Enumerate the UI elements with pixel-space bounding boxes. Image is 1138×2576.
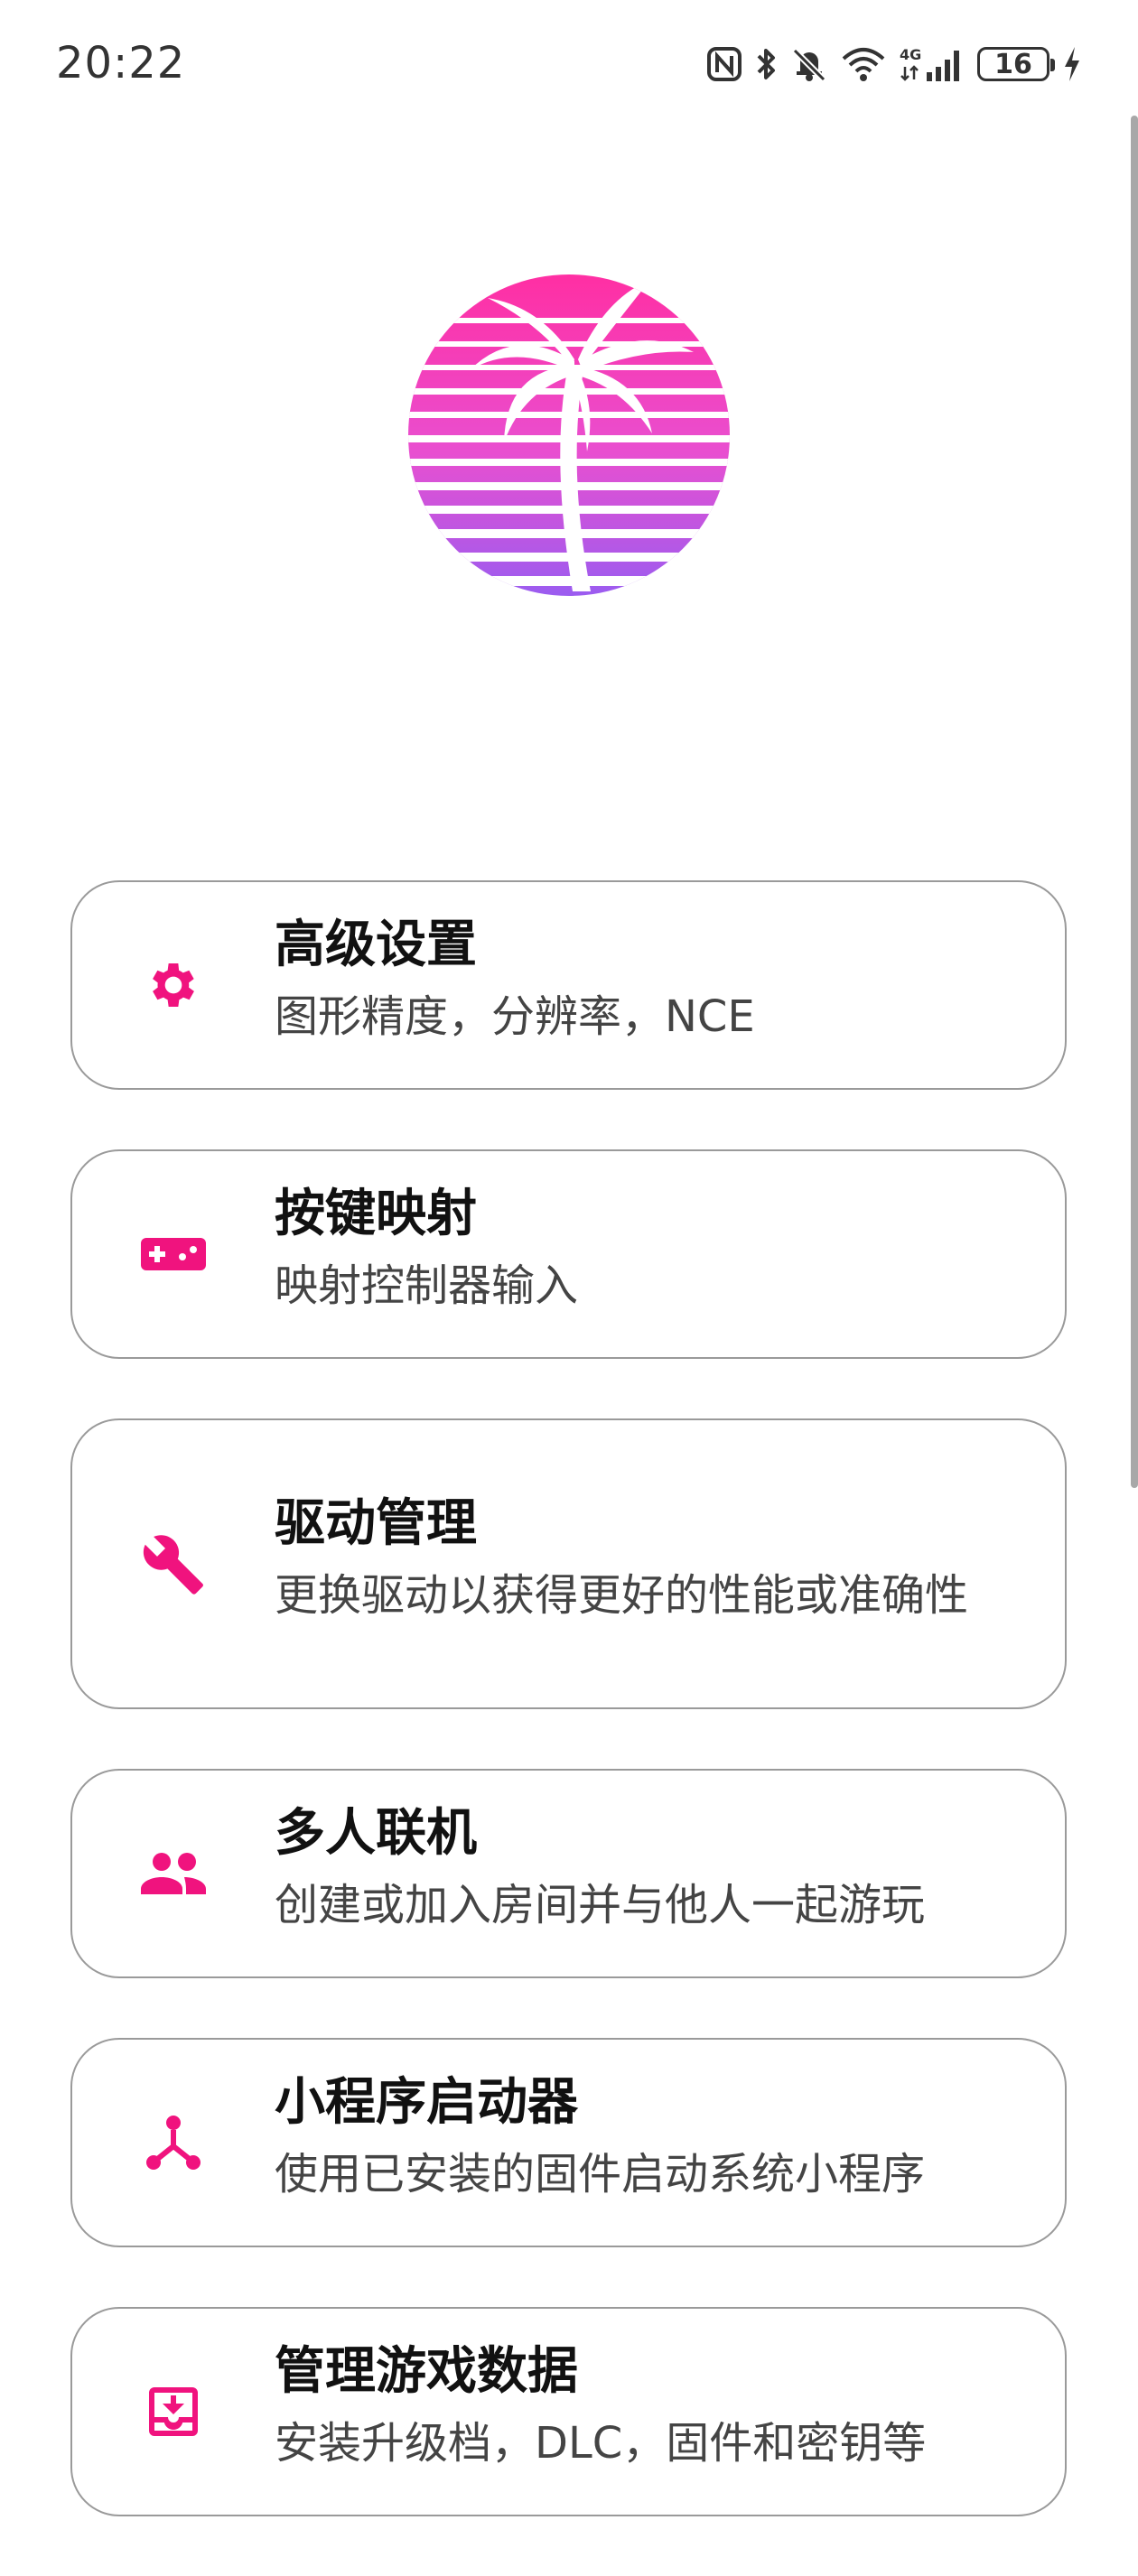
download-box-icon [72,2379,275,2444]
menu-item-description: 使用已安装的固件启动系统小程序 [275,2149,926,2199]
menu-item-manage-game-data[interactable]: 管理游戏数据 安装升级档，DLC，固件和密钥等 [70,2307,1067,2516]
app-logo [406,271,732,600]
scrollbar[interactable] [1131,116,1138,1488]
menu-list: 高级设置 图形精度，分辨率，NCE 按键映射 映射控制器输入 驱动管理 更换驱动… [70,880,1067,2576]
gamepad-icon [72,1236,275,1272]
menu-item-input-mapping[interactable]: 按键映射 映射控制器输入 [70,1149,1067,1359]
menu-item-title: 小程序启动器 [275,2073,578,2132]
status-bar: 20:22 4G 16 [0,0,1138,126]
network-label: 4G [900,46,921,63]
menu-item-title: 高级设置 [275,916,477,974]
status-icons: 4G 16 [706,42,1082,87]
charging-icon [1062,45,1082,83]
menu-item-description: 安装升级档，DLC，固件和密钥等 [275,2418,927,2469]
menu-item-title: 按键映射 [275,1185,477,1243]
status-time: 20:22 [56,38,186,88]
menu-item-description: 创建或加入房间并与他人一起游玩 [275,1880,926,1930]
bluetooth-icon [755,45,779,83]
menu-item-title: 驱动管理 [275,1494,477,1553]
wrench-icon [72,1531,275,1596]
nfc-icon [706,46,742,82]
signal-4g-icon: 4G [900,45,965,83]
battery-indicator: 16 [977,47,1055,81]
people-icon [72,1851,275,1896]
menu-item-title: 多人联机 [275,1804,477,1863]
menu-item-advanced-settings[interactable]: 高级设置 图形精度，分辨率，NCE [70,880,1067,1090]
menu-item-multiplayer[interactable]: 多人联机 创建或加入房间并与他人一起游玩 [70,1769,1067,1978]
battery-level: 16 [994,48,1032,80]
applet-icon [72,2114,275,2171]
menu-item-description: 图形精度，分辨率，NCE [275,991,755,1042]
wifi-icon [840,46,887,82]
mute-icon [791,45,827,83]
menu-item-title: 管理游戏数据 [275,2342,578,2401]
menu-item-description: 映射控制器输入 [275,1260,579,1311]
gear-icon [72,956,275,1014]
menu-item-applet-launcher[interactable]: 小程序启动器 使用已安装的固件启动系统小程序 [70,2038,1067,2247]
menu-item-description: 更换驱动以获得更好的性能或准确性 [275,1570,969,1621]
menu-item-driver-manager[interactable]: 驱动管理 更换驱动以获得更好的性能或准确性 [70,1418,1067,1709]
